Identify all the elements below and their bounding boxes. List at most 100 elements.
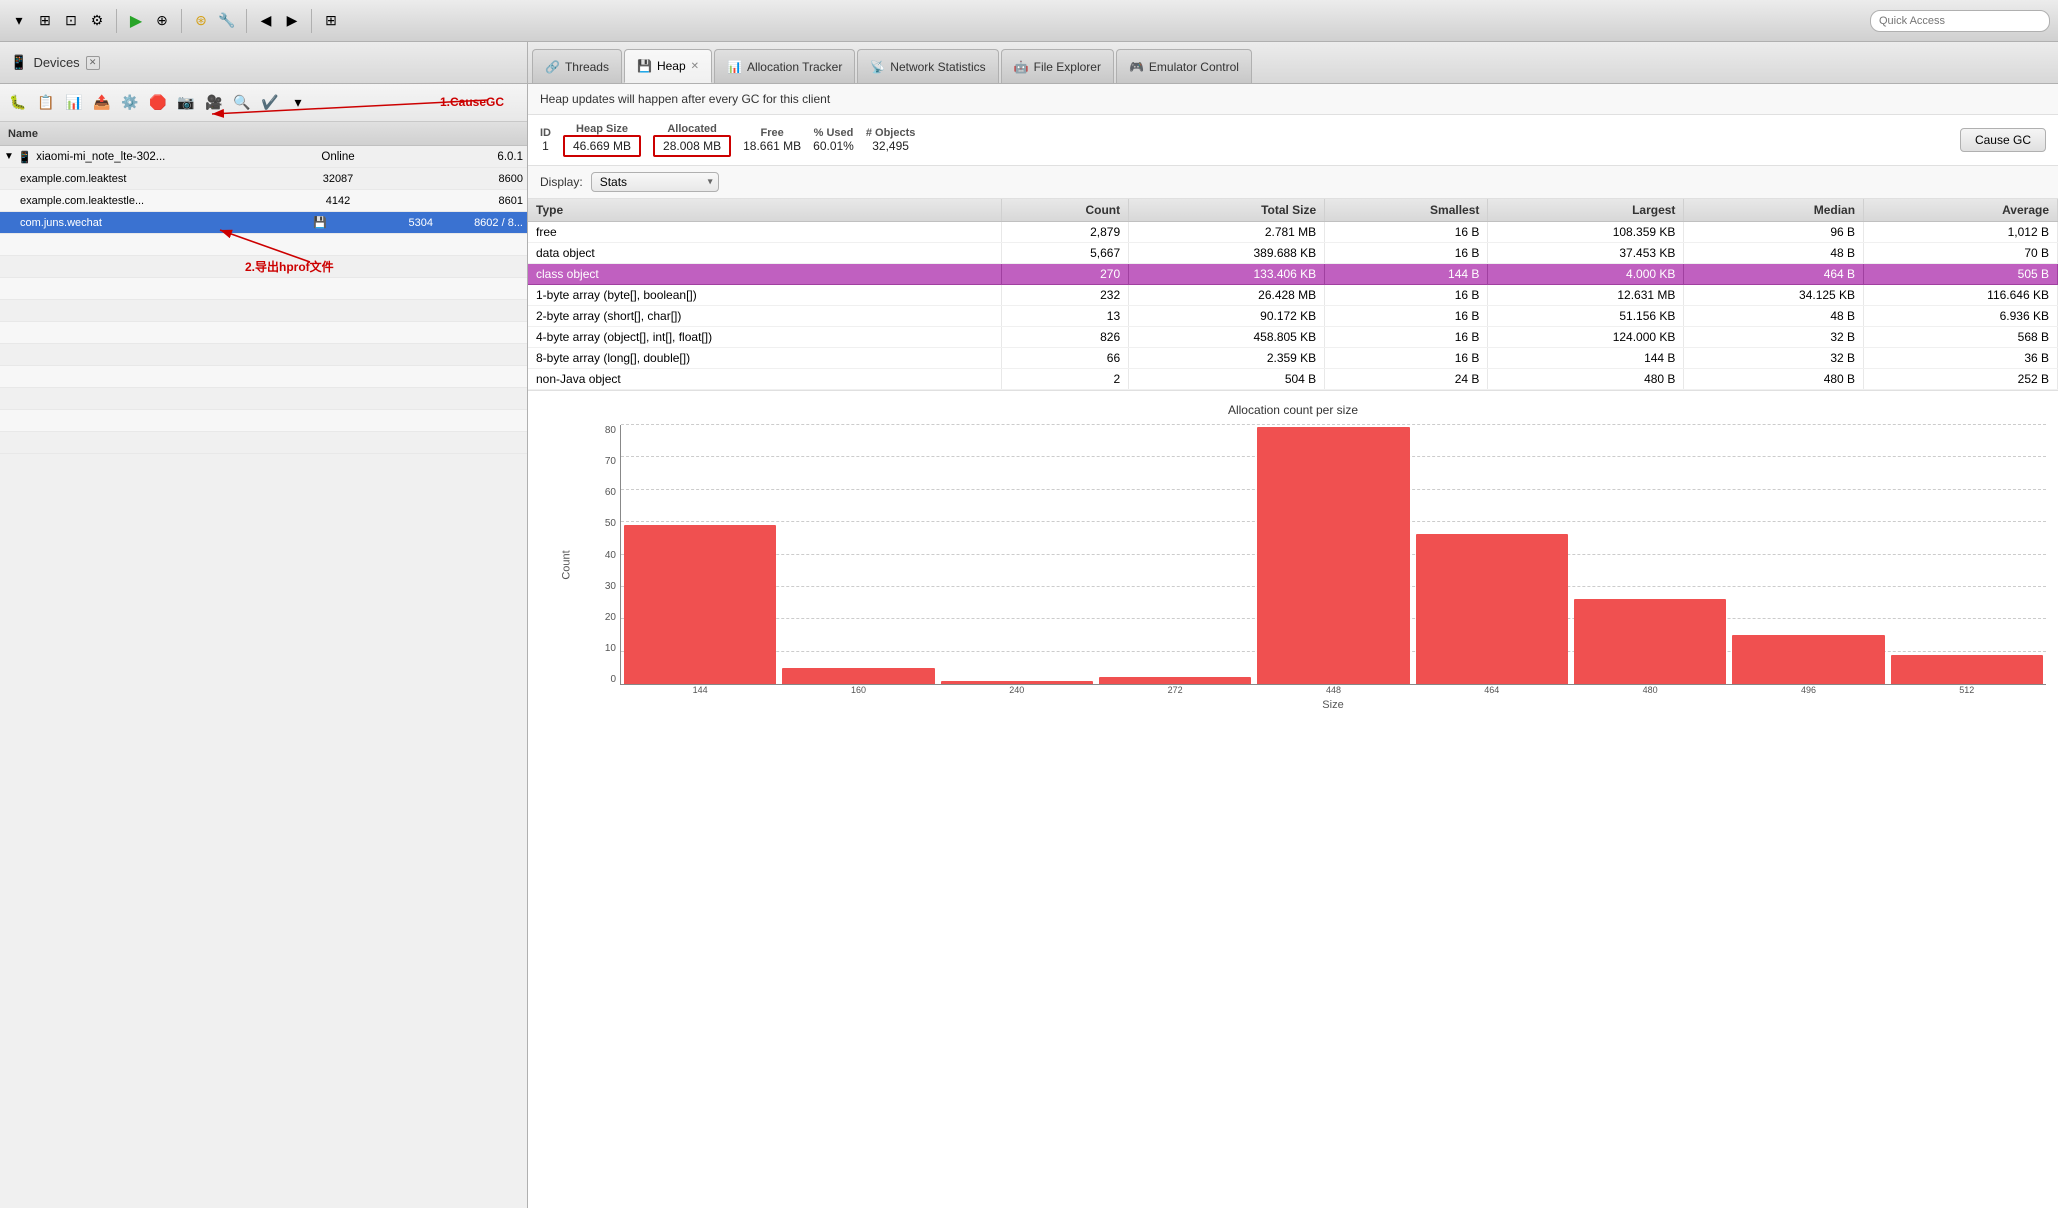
app-row-1[interactable]: example.com.leaktestle... 4142 8601 [0, 190, 527, 212]
tab-network-statistics[interactable]: 📡 Network Statistics [857, 49, 998, 83]
x-labels-row: 144160240272448464480496512 [620, 685, 2046, 695]
video-btn[interactable]: 🎥 [202, 91, 226, 115]
file-tab-icon: 🤖 [1014, 60, 1029, 74]
table-row[interactable]: 1-byte array (byte[], boolean[]) 232 26.… [528, 285, 2058, 306]
empty-row-9 [0, 410, 527, 432]
toolbar-forward-icon[interactable]: ▶ [281, 10, 303, 32]
cell-count-3: 232 [1002, 285, 1129, 306]
app-name-1: example.com.leaktestle... [20, 195, 303, 207]
cell-smallest-6: 16 B [1325, 348, 1488, 369]
bar-8 [1891, 655, 2043, 684]
toolbar-icon-8[interactable]: ⊞ [320, 10, 342, 32]
inspect-btn[interactable]: 🔍 [230, 91, 254, 115]
cell-type-3: 1-byte array (byte[], boolean[]) [528, 285, 1002, 306]
y-tick-70: 70 [605, 456, 616, 467]
stat-pct-label: % Used [814, 127, 854, 139]
toolbar-icon-7[interactable]: 🔧 [216, 10, 238, 32]
cell-count-7: 2 [1002, 369, 1129, 390]
bar-group-3 [1096, 425, 1254, 684]
update-threads-btn[interactable]: 📋 [34, 91, 58, 115]
empty-row-3 [0, 278, 527, 300]
y-tick-40: 40 [605, 550, 616, 561]
toolbar-icon-2[interactable]: ⊞ [34, 10, 56, 32]
info-bar: Heap updates will happen after every GC … [528, 84, 2058, 115]
x-label-3: 272 [1096, 685, 1254, 695]
app-pid-val-2: 5304 [383, 217, 433, 229]
cell-average-3: 116.646 KB [1864, 285, 2058, 306]
cell-count-0: 2,879 [1002, 222, 1129, 243]
empty-row-5 [0, 322, 527, 344]
table-row[interactable]: free 2,879 2.781 MB 16 B 108.359 KB 96 B… [528, 222, 2058, 243]
allocation-tab-icon: 📊 [727, 60, 742, 74]
stat-heap-size-value: 46.669 MB [563, 135, 641, 157]
toolbar-icon-3[interactable]: ⊡ [60, 10, 82, 32]
toolbar-icon-1[interactable]: ▾ [8, 10, 30, 32]
cell-average-7: 252 B [1864, 369, 2058, 390]
threads-tab-icon: 🔗 [545, 60, 560, 74]
tab-emulator-control[interactable]: 🎮 Emulator Control [1116, 49, 1252, 83]
tab-allocation-tracker[interactable]: 📊 Allocation Tracker [714, 49, 855, 83]
toolbar-back-icon[interactable]: ◀ [255, 10, 277, 32]
devices-close-btn[interactable]: ✕ [86, 56, 100, 70]
checkmark-btn[interactable]: ✔️ [258, 91, 282, 115]
stop-btn[interactable]: 🛑 [146, 91, 170, 115]
cell-median-4: 48 B [1684, 306, 1864, 327]
bar-2 [941, 681, 1093, 684]
screenshot-btn[interactable]: 📷 [174, 91, 198, 115]
cell-total-5: 458.805 KB [1129, 327, 1325, 348]
app-row-0[interactable]: example.com.leaktest 32087 8600 [0, 168, 527, 190]
cell-type-6: 8-byte array (long[], double[]) [528, 348, 1002, 369]
sep-2 [181, 9, 182, 33]
cell-total-7: 504 B [1129, 369, 1325, 390]
bar-0 [624, 525, 776, 684]
bar-1 [782, 668, 934, 684]
table-row[interactable]: 2-byte array (short[], char[]) 13 90.172… [528, 306, 2058, 327]
device-row-main[interactable]: ▼ 📱 xiaomi-mi_note_lte-302... Online 6.0… [0, 146, 527, 168]
stat-free-value: 18.661 MB [743, 139, 801, 153]
debug-icon-btn[interactable]: 🐛 [6, 91, 30, 115]
toolbar-run-icon[interactable]: ▶ [125, 10, 147, 32]
y-axis-rotate-label: Count [561, 550, 573, 579]
garbage-collect-btn[interactable]: ⚙️ [118, 91, 142, 115]
x-label-4: 448 [1254, 685, 1412, 695]
quick-access-input[interactable] [1870, 10, 2050, 32]
bar-group-4 [1254, 425, 1412, 684]
toolbar-icon-4[interactable]: ⚙ [86, 10, 108, 32]
y-tick-0: 0 [610, 674, 616, 685]
display-row: Display: Stats Allocated Objects ▾ [528, 166, 2058, 199]
x-label-5: 464 [1413, 685, 1571, 695]
display-label: Display: [540, 175, 583, 189]
update-heap-btn[interactable]: 📊 [62, 91, 86, 115]
devices-panel-header: 📱 Devices ✕ [0, 42, 527, 84]
bar-5 [1416, 534, 1568, 684]
table-row[interactable]: 4-byte array (object[], int[], float[]) … [528, 327, 2058, 348]
heap-tab-close[interactable]: ✕ [691, 61, 699, 72]
tab-threads[interactable]: 🔗 Threads [532, 49, 622, 83]
display-select[interactable]: Stats Allocated Objects [591, 172, 719, 192]
stat-heap-size: Heap Size 46.669 MB [563, 123, 641, 157]
app-row-2[interactable]: com.juns.wechat 💾 5304 8602 / 8... [0, 212, 527, 234]
dump-hprof-btn[interactable]: 📤 [90, 91, 114, 115]
bar-group-6 [1571, 425, 1729, 684]
bar-7 [1732, 635, 1884, 684]
cell-average-0: 1,012 B [1864, 222, 2058, 243]
cell-total-0: 2.781 MB [1129, 222, 1325, 243]
tab-heap[interactable]: 💾 Heap ✕ [624, 49, 712, 83]
stat-allocated: Allocated 28.008 MB [653, 123, 731, 157]
cell-count-6: 66 [1002, 348, 1129, 369]
bar-4 [1257, 427, 1409, 684]
toolbar-icon-6[interactable]: ⊛ [190, 10, 212, 32]
stat-pct-used: % Used 60.01% [813, 127, 854, 153]
tab-file-explorer[interactable]: 🤖 File Explorer [1001, 49, 1114, 83]
cause-gc-button[interactable]: Cause GC [1960, 128, 2046, 152]
toolbar-icon-5[interactable]: ⊕ [151, 10, 173, 32]
dropdown-btn[interactable]: ▾ [286, 91, 310, 115]
table-row[interactable]: 8-byte array (long[], double[]) 66 2.359… [528, 348, 2058, 369]
stats-row: ID 1 Heap Size 46.669 MB Allocated 28.00… [528, 115, 2058, 166]
right-panel: 🔗 Threads 💾 Heap ✕ 📊 Allocation Tracker … [528, 42, 2058, 1208]
table-row[interactable]: non-Java object 2 504 B 24 B 480 B 480 B… [528, 369, 2058, 390]
table-row[interactable]: data object 5,667 389.688 KB 16 B 37.453… [528, 243, 2058, 264]
table-row[interactable]: class object 270 133.406 KB 144 B 4.000 … [528, 264, 2058, 285]
cell-median-7: 480 B [1684, 369, 1864, 390]
app-name-0: example.com.leaktest [20, 173, 303, 185]
